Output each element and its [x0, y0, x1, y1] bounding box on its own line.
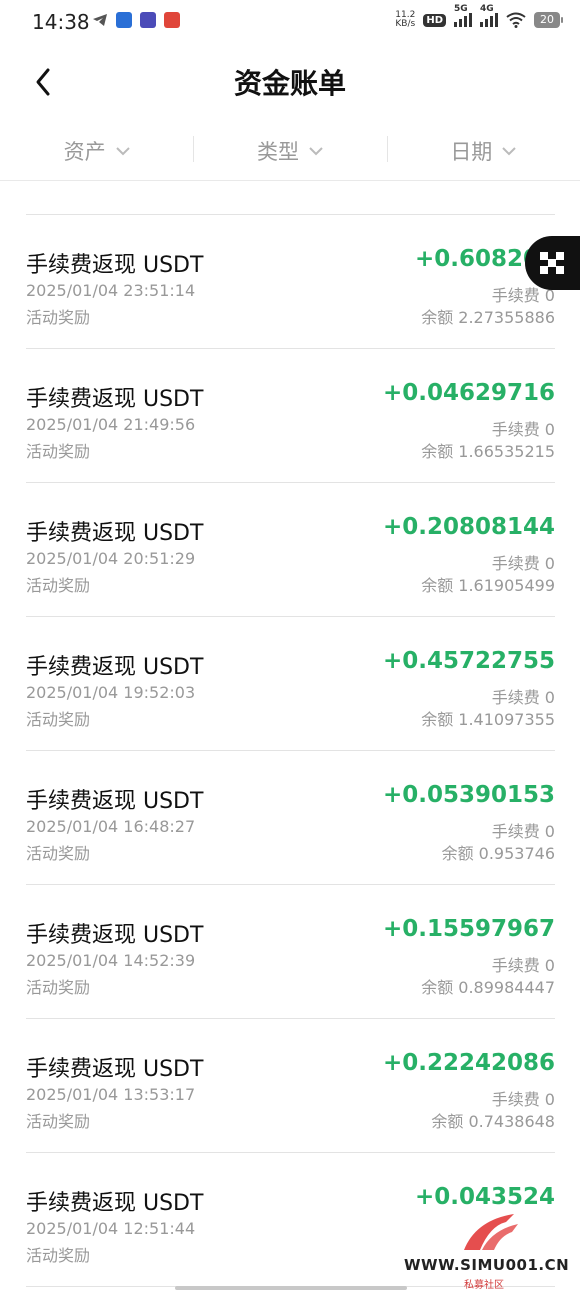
record-category: 活动奖励	[26, 442, 91, 461]
notification-icons	[92, 12, 180, 28]
chevron-down-icon	[115, 146, 130, 155]
app-notification-icon	[116, 12, 132, 28]
watermark-logo-icon	[464, 1214, 518, 1250]
record-title: 手续费返现 USDT	[26, 1057, 204, 1082]
signal-5g-label: 5G	[454, 4, 468, 14]
record-title: 手续费返现 USDT	[26, 789, 204, 814]
record-datetime: 2025/01/04 23:51:14	[26, 281, 196, 300]
net-speed-unit: KB/s	[395, 19, 416, 29]
record-fee: 手续费 0	[491, 554, 555, 573]
chevron-down-icon	[502, 146, 517, 155]
record-title: 手续费返现 USDT	[26, 387, 204, 412]
transaction-list: 手续费返现 USDT 2025/01/04 23:51:14 活动奖励 +0.6…	[26, 214, 555, 1287]
record-category: 活动奖励	[26, 1246, 91, 1265]
watermark-subtext: 私募社区	[464, 1280, 504, 1291]
watermark-text: WWW.SIMU001.CN	[404, 1256, 570, 1274]
record-category: 活动奖励	[26, 844, 91, 863]
record-balance: 余额 0.953746	[441, 844, 555, 863]
record-balance: 余额 0.89984447	[421, 978, 555, 997]
record-datetime: 2025/01/04 21:49:56	[26, 415, 196, 434]
list-item[interactable]: 手续费返现 USDT 2025/01/04 13:53:17 活动奖励 +0.2…	[26, 1019, 555, 1153]
record-balance: 余额 1.61905499	[421, 576, 555, 595]
signal-4g-icon: 4G	[480, 4, 498, 27]
chevron-left-icon	[36, 68, 50, 96]
record-balance: 余额 1.41097355	[421, 710, 555, 729]
filter-asset[interactable]: 资产	[0, 122, 193, 180]
nav-bar: 资金账单	[0, 44, 580, 120]
home-indicator[interactable]	[175, 1286, 407, 1290]
record-amount: +0.05390153	[382, 782, 555, 808]
status-indicators: 11.2 KB/s HD 5G 4G 20	[395, 4, 563, 29]
record-amount: +0.15597967	[382, 916, 555, 942]
record-category: 活动奖励	[26, 1112, 91, 1131]
app-notification-icon	[164, 12, 180, 28]
signal-4g-label: 4G	[480, 4, 494, 14]
record-fee: 手续费 0	[491, 956, 555, 975]
filter-type[interactable]: 类型	[193, 122, 386, 180]
signal-5g-icon: 5G	[454, 4, 472, 27]
record-title: 手续费返现 USDT	[26, 1191, 204, 1216]
record-category: 活动奖励	[26, 308, 91, 327]
record-balance: 余额 0.7438648	[431, 1112, 555, 1131]
record-category: 活动奖励	[26, 978, 91, 997]
filter-label: 类型	[256, 140, 299, 164]
record-title: 手续费返现 USDT	[26, 521, 204, 546]
record-balance: 余额 1.66535215	[421, 442, 555, 461]
chevron-down-icon	[309, 146, 323, 155]
status-time: 14:38	[32, 10, 90, 34]
app-notification-icon	[140, 12, 156, 28]
app-grid-icon	[540, 252, 564, 274]
record-amount: +0.45722755	[382, 648, 555, 674]
record-balance: 余额 2.27355886	[421, 308, 555, 327]
list-item[interactable]: 手续费返现 USDT 2025/01/04 16:48:27 活动奖励 +0.0…	[26, 751, 555, 885]
battery-icon: 20	[534, 12, 563, 28]
telegram-icon	[93, 14, 107, 26]
status-bar: 14:38 11.2 KB/s HD 5G 4G 20	[0, 0, 580, 44]
filter-label: 资产	[63, 140, 106, 164]
record-amount: +0.22242086	[382, 1050, 555, 1076]
record-title: 手续费返现 USDT	[26, 253, 204, 278]
list-item[interactable]: 手续费返现 USDT 2025/01/04 14:52:39 活动奖励 +0.1…	[26, 885, 555, 1019]
list-item[interactable]: 手续费返现 USDT 2025/01/04 20:51:29 活动奖励 +0.2…	[26, 483, 555, 617]
page-title: 资金账单	[233, 67, 346, 100]
record-title: 手续费返现 USDT	[26, 655, 204, 680]
record-datetime: 2025/01/04 14:52:39	[26, 951, 196, 970]
filter-label: 日期	[450, 140, 493, 164]
record-category: 活动奖励	[26, 710, 91, 729]
record-fee: 手续费 0	[491, 1090, 555, 1109]
record-amount: +0.20808144	[382, 514, 555, 540]
record-datetime: 2025/01/04 16:48:27	[26, 817, 196, 836]
record-amount: +0.04629716	[382, 380, 555, 406]
record-fee: 手续费 0	[491, 822, 555, 841]
net-speed: 11.2 KB/s	[395, 11, 415, 29]
record-amount: +0.043524	[414, 1184, 555, 1210]
list-item[interactable]: 手续费返现 USDT 2025/01/04 23:51:14 活动奖励 +0.6…	[26, 215, 555, 349]
record-fee: 手续费 0	[491, 688, 555, 707]
back-button[interactable]	[30, 62, 70, 102]
hd-badge: HD	[423, 13, 446, 27]
record-datetime: 2025/01/04 19:52:03	[26, 683, 196, 702]
watermark: WWW.SIMU001.CN 私募社区	[404, 1210, 574, 1291]
floating-menu-button[interactable]	[525, 236, 580, 290]
record-title: 手续费返现 USDT	[26, 923, 204, 948]
record-datetime: 2025/01/04 20:51:29	[26, 549, 196, 568]
wifi-icon	[506, 12, 526, 28]
record-category: 活动奖励	[26, 576, 91, 595]
list-item[interactable]: 手续费返现 USDT 2025/01/04 19:52:03 活动奖励 +0.4…	[26, 617, 555, 751]
record-datetime: 2025/01/04 12:51:44	[26, 1219, 196, 1238]
filter-bar: 资产 类型 日期	[0, 122, 580, 181]
record-datetime: 2025/01/04 13:53:17	[26, 1085, 196, 1104]
list-item[interactable]: 手续费返现 USDT 2025/01/04 21:49:56 活动奖励 +0.0…	[26, 349, 555, 483]
record-fee: 手续费 0	[491, 420, 555, 439]
filter-date[interactable]: 日期	[386, 122, 580, 180]
